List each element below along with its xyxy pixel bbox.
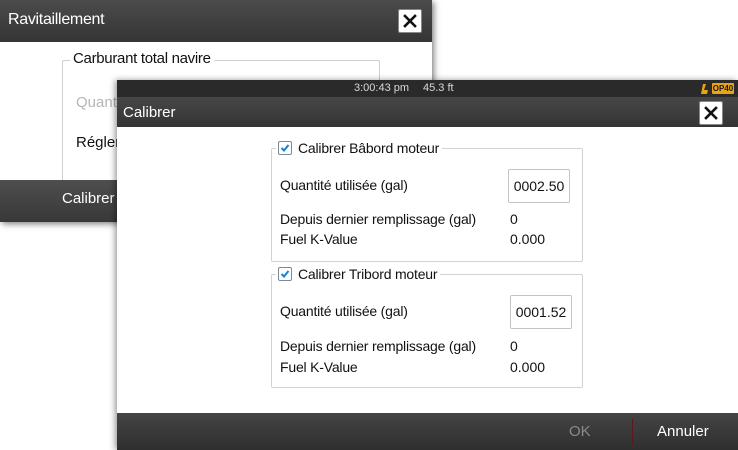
calibrate-close-button[interactable]: [699, 101, 723, 125]
starboard-quantity-label: Quantité utilisée (gal): [280, 303, 408, 319]
port-quantity-input[interactable]: 0002.50: [508, 169, 570, 203]
cancel-button[interactable]: Annuler: [657, 423, 709, 440]
ok-button[interactable]: OK: [569, 423, 591, 440]
calibrate-titlebar: Calibrer: [117, 97, 738, 127]
op-badge: OP40: [712, 83, 734, 94]
starboard-engine-checkbox[interactable]: [278, 267, 292, 281]
starboard-kvalue-value: 0.000: [510, 359, 546, 375]
close-icon: [704, 106, 718, 120]
refuel-close-button[interactable]: [398, 9, 422, 33]
port-since-value: 0: [510, 211, 518, 227]
port-since-label: Depuis dernier remplissage (gal): [280, 211, 476, 227]
adjust-label[interactable]: Régler: [76, 134, 120, 151]
autopilot-icon: [701, 84, 708, 94]
port-engine-checkbox[interactable]: [278, 141, 292, 155]
starboard-since-label: Depuis dernier remplissage (gal): [280, 338, 476, 354]
quantity-label[interactable]: Quant: [76, 94, 117, 111]
refuel-title: Ravitaillement: [8, 11, 105, 28]
calibrate-title: Calibrer: [123, 104, 176, 121]
starboard-engine-legend[interactable]: Calibrer Tribord moteur: [276, 265, 441, 283]
starboard-engine-title: Calibrer Tribord moteur: [298, 266, 438, 282]
calibrate-footer: OK Annuler: [117, 413, 738, 450]
status-depth: 45.3 ft: [423, 82, 454, 94]
status-bar: 3:00:43 pm 45.3 ft OP40: [117, 80, 738, 97]
total-fuel-group-title: Carburant total navire: [70, 50, 214, 67]
status-time: 3:00:43 pm: [354, 82, 410, 94]
port-engine-title: Calibrer Bâbord moteur: [298, 140, 440, 156]
refuel-titlebar: Ravitaillement: [0, 0, 432, 42]
port-kvalue-label: Fuel K-Value: [280, 231, 358, 247]
footer-divider: [632, 419, 633, 445]
checkmark-icon: [280, 144, 290, 152]
port-quantity-label: Quantité utilisée (gal): [280, 177, 408, 193]
starboard-since-value: 0: [510, 338, 518, 354]
starboard-kvalue-label: Fuel K-Value: [280, 359, 358, 375]
port-kvalue-value: 0.000: [510, 231, 546, 247]
close-icon: [403, 14, 417, 28]
port-engine-legend[interactable]: Calibrer Bâbord moteur: [276, 139, 443, 157]
calibrate-button[interactable]: Calibrer: [62, 190, 115, 207]
starboard-quantity-input[interactable]: 0001.52: [510, 295, 572, 329]
checkmark-icon: [280, 270, 290, 278]
calibrate-dialog: 3:00:43 pm 45.3 ft OP40 Calibrer Calibre…: [117, 80, 738, 450]
